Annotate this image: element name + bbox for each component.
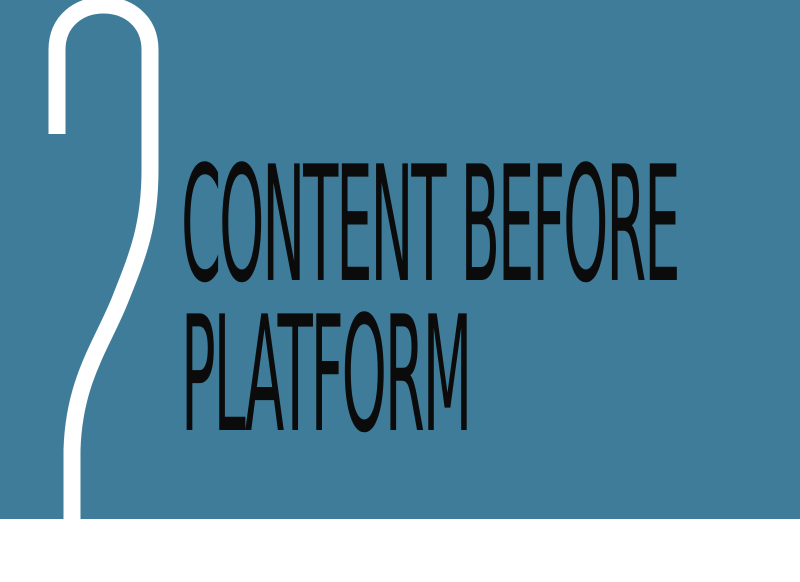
chapter-title-line-1: CONTENT BEFORE: [181, 145, 681, 305]
chapter-title-page: 2 CONTENT BEFORE PLATFORM: [0, 0, 800, 582]
chapter-title-line-2: PLATFORM: [181, 281, 472, 468]
chapter-title: CONTENT BEFORE PLATFORM: [181, 145, 681, 468]
chapter-numeral-outline: [48, 0, 159, 582]
